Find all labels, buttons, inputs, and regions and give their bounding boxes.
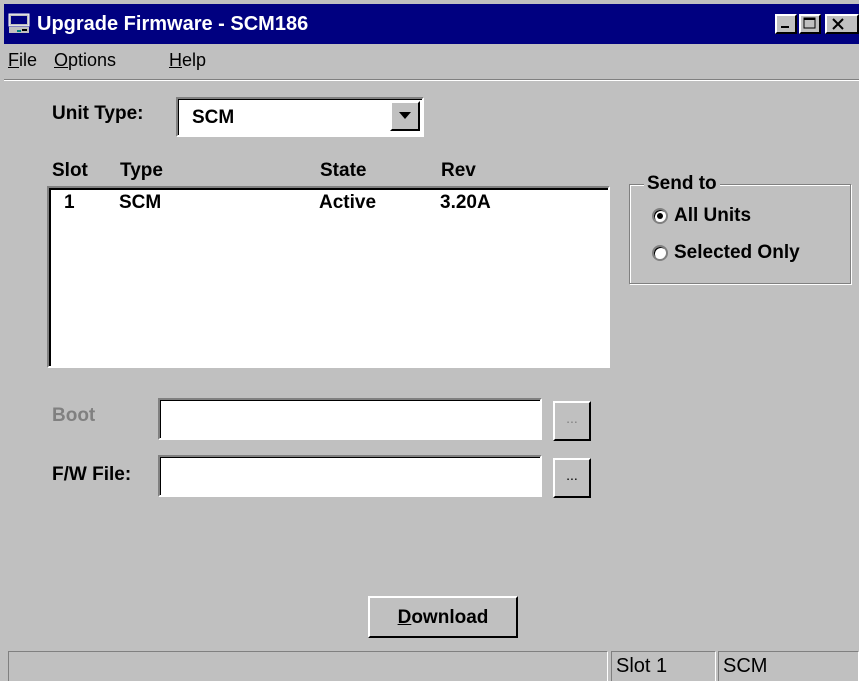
radio-dot: [657, 213, 663, 219]
download-mnemonic: D: [397, 607, 412, 628]
cell-type: SCM: [119, 192, 162, 213]
unit-type-label: Unit Type:: [52, 103, 144, 124]
minimize-button[interactable]: [775, 14, 797, 34]
upgrade-firmware-window: Upgrade Firmware - SCM186 File Options H…: [0, 0, 859, 681]
menu-options-label: ptions: [68, 50, 117, 70]
cell-slot: 1: [64, 192, 75, 213]
menu-file-label: ile: [19, 50, 38, 70]
units-listbox-frame: 1 SCM Active 3.20A: [49, 188, 608, 366]
maximize-button[interactable]: [799, 14, 821, 34]
menu-bar: File Options Help: [4, 46, 859, 78]
status-panel-unit: SCM: [718, 651, 859, 681]
col-header-state: State: [320, 160, 367, 181]
status-panel-slot: Slot 1: [611, 651, 716, 681]
fw-file-field[interactable]: [158, 455, 542, 497]
menu-help[interactable]: Help: [169, 50, 206, 71]
menu-help-mnemonic: H: [169, 50, 182, 70]
download-button-label: Download: [370, 607, 516, 629]
boot-browse-button[interactable]: ...: [553, 401, 591, 441]
unit-type-value: SCM: [192, 107, 235, 128]
fw-file-label: F/W File:: [52, 464, 132, 485]
table-row[interactable]: 1 SCM Active 3.20A: [51, 192, 606, 216]
col-header-slot: Slot: [52, 160, 88, 181]
radio-selected-only[interactable]: Selected Only: [652, 240, 848, 266]
send-to-groupbox: Send to All Units Selected Only: [629, 173, 851, 284]
cell-rev: 3.20A: [440, 192, 491, 213]
radio-all-units[interactable]: All Units: [652, 203, 842, 229]
menu-file[interactable]: File: [8, 50, 37, 71]
menu-options[interactable]: Options: [54, 50, 116, 71]
units-listbox[interactable]: 1 SCM Active 3.20A: [47, 186, 610, 368]
fw-file-browse-button[interactable]: ...: [553, 458, 591, 498]
radio-button-unchecked[interactable]: [652, 245, 668, 261]
close-icon: [832, 18, 844, 30]
cell-state: Active: [319, 192, 377, 213]
menu-separator: [4, 79, 859, 81]
computer-icon: [8, 13, 30, 33]
col-header-rev: Rev: [441, 160, 476, 181]
boot-field[interactable]: [158, 398, 542, 440]
download-label-rest: ownload: [411, 607, 489, 628]
minimize-icon: [781, 26, 789, 28]
window-title: Upgrade Firmware - SCM186: [37, 13, 309, 35]
status-panel-main: [8, 651, 608, 681]
menu-help-label: elp: [182, 50, 207, 70]
boot-label: Boot: [52, 405, 96, 426]
chevron-down-icon: [399, 112, 411, 119]
unit-type-combobox[interactable]: SCM: [176, 97, 424, 137]
radio-button-checked[interactable]: [652, 208, 668, 224]
menu-file-mnemonic: F: [8, 50, 19, 70]
menu-options-mnemonic: O: [54, 50, 69, 70]
boot-field-frame: [160, 400, 540, 438]
col-header-type: Type: [120, 160, 163, 181]
download-button[interactable]: Download: [368, 596, 518, 638]
send-to-title: Send to: [644, 173, 720, 195]
title-bar[interactable]: Upgrade Firmware - SCM186: [4, 4, 859, 44]
radio-all-units-label: All Units: [674, 205, 752, 226]
fw-file-field-frame: [160, 457, 540, 495]
maximize-icon: [803, 17, 816, 29]
radio-selected-only-label: Selected Only: [674, 242, 800, 263]
close-button[interactable]: [825, 14, 859, 34]
unit-type-dropdown-button[interactable]: [390, 101, 420, 131]
